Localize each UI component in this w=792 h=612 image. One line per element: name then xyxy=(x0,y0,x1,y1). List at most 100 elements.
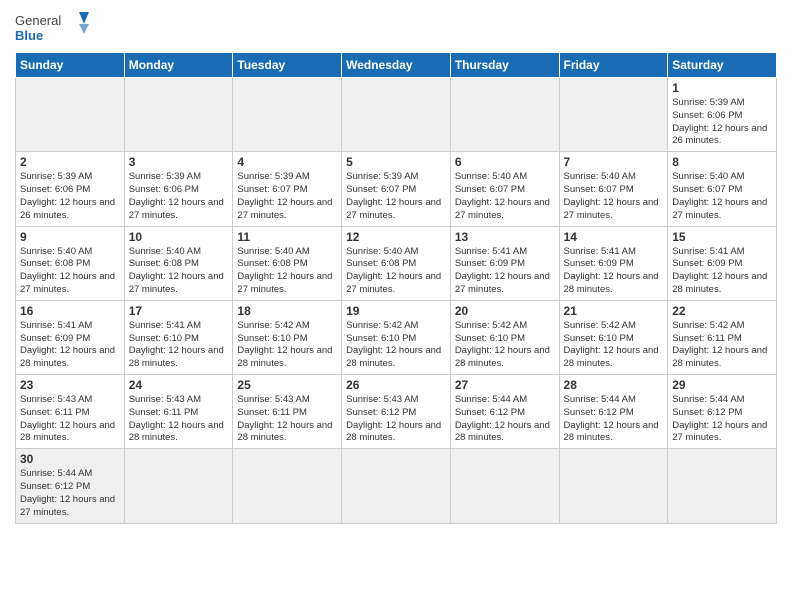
calendar-cell: 14 Sunrise: 5:41 AM Sunset: 6:09 PM Dayli… xyxy=(559,226,668,300)
logo: General Blue xyxy=(15,10,95,46)
day-number: 15 xyxy=(672,230,772,244)
calendar-cell: 15 Sunrise: 5:41 AM Sunset: 6:09 PM Dayli… xyxy=(668,226,777,300)
day-info: Sunrise: 5:42 AM Sunset: 6:10 PM Dayligh… xyxy=(346,320,446,371)
day-info: Sunrise: 5:39 AM Sunset: 6:06 PM Dayligh… xyxy=(129,171,229,222)
day-number: 24 xyxy=(129,378,229,392)
day-number: 17 xyxy=(129,304,229,318)
generalblue-logo-icon: General Blue xyxy=(15,10,95,46)
calendar-cell: 24Sunrise: 5:43 AM Sunset: 6:11 PM Dayli… xyxy=(124,375,233,449)
day-header-sunday: Sunday xyxy=(16,53,125,78)
day-info: Sunrise: 5:43 AM Sunset: 6:11 PM Dayligh… xyxy=(237,394,337,445)
calendar-cell: 9 Sunrise: 5:40 AM Sunset: 6:08 PM Daylig… xyxy=(16,226,125,300)
day-info: Sunrise: 5:42 AM Sunset: 6:11 PM Dayligh… xyxy=(672,320,772,371)
calendar-cell: 25 Sunrise: 5:43 AM Sunset: 6:11 PM Dayli… xyxy=(233,375,342,449)
day-number: 13 xyxy=(455,230,555,244)
day-number: 6 xyxy=(455,155,555,169)
calendar-cell: 23 Sunrise: 5:43 AM Sunset: 6:11 PM Dayli… xyxy=(16,375,125,449)
day-info: Sunrise: 5:39 AM Sunset: 6:07 PM Dayligh… xyxy=(346,171,446,222)
day-headers-row: SundayMondayTuesdayWednesdayThursdayFrid… xyxy=(16,53,777,78)
day-number: 3 xyxy=(129,155,229,169)
calendar-cell: 16 Sunrise: 5:41 AM Sunset: 6:09 PM Dayli… xyxy=(16,300,125,374)
calendar-cell xyxy=(16,78,125,152)
calendar-cell: 19 Sunrise: 5:42 AM Sunset: 6:10 PM Dayli… xyxy=(342,300,451,374)
svg-text:Blue: Blue xyxy=(15,28,43,43)
day-info: Sunrise: 5:40 AM Sunset: 6:07 PM Dayligh… xyxy=(564,171,664,222)
day-info: Sunrise: 5:41 AM Sunset: 6:10 PM Dayligh… xyxy=(129,320,229,371)
day-header-thursday: Thursday xyxy=(450,53,559,78)
day-info: Sunrise: 5:44 AM Sunset: 6:12 PM Dayligh… xyxy=(455,394,555,445)
calendar-cell: 28 Sunrise: 5:44 AM Sunset: 6:12 PM Dayli… xyxy=(559,375,668,449)
calendar-cell xyxy=(450,449,559,523)
day-number: 25 xyxy=(237,378,337,392)
day-number: 26 xyxy=(346,378,446,392)
calendar-cell xyxy=(668,449,777,523)
calendar-cell: 3 Sunrise: 5:39 AM Sunset: 6:06 PM Daylig… xyxy=(124,152,233,226)
calendar-cell: 27 Sunrise: 5:44 AM Sunset: 6:12 PM Dayli… xyxy=(450,375,559,449)
day-info: Sunrise: 5:41 AM Sunset: 6:09 PM Dayligh… xyxy=(564,246,664,297)
day-number: 29 xyxy=(672,378,772,392)
calendar-week-6: 30 Sunrise: 5:44 AM Sunset: 6:12 PM Dayli… xyxy=(16,449,777,523)
day-info: Sunrise: 5:44 AM Sunset: 6:12 PM Dayligh… xyxy=(20,468,120,519)
calendar-cell xyxy=(342,78,451,152)
day-info: Sunrise: 5:41 AM Sunset: 6:09 PM Dayligh… xyxy=(20,320,120,371)
calendar-cell: 12Sunrise: 5:40 AM Sunset: 6:08 PM Dayli… xyxy=(342,226,451,300)
calendar-cell: 10Sunrise: 5:40 AM Sunset: 6:08 PM Dayli… xyxy=(124,226,233,300)
svg-text:General: General xyxy=(15,13,61,28)
day-info: Sunrise: 5:41 AM Sunset: 6:09 PM Dayligh… xyxy=(672,246,772,297)
day-info: Sunrise: 5:44 AM Sunset: 6:12 PM Dayligh… xyxy=(564,394,664,445)
calendar-cell: 13Sunrise: 5:41 AM Sunset: 6:09 PM Dayli… xyxy=(450,226,559,300)
day-number: 16 xyxy=(20,304,120,318)
calendar-cell: 5 Sunrise: 5:39 AM Sunset: 6:07 PM Daylig… xyxy=(342,152,451,226)
day-number: 30 xyxy=(20,452,120,466)
day-number: 5 xyxy=(346,155,446,169)
day-number: 8 xyxy=(672,155,772,169)
day-number: 21 xyxy=(564,304,664,318)
calendar-cell: 1 Sunrise: 5:39 AM Sunset: 6:06 PM Daylig… xyxy=(668,78,777,152)
calendar-week-5: 23 Sunrise: 5:43 AM Sunset: 6:11 PM Dayli… xyxy=(16,375,777,449)
calendar-cell: 2 Sunrise: 5:39 AM Sunset: 6:06 PM Daylig… xyxy=(16,152,125,226)
calendar-cell: 4Sunrise: 5:39 AM Sunset: 6:07 PM Daylig… xyxy=(233,152,342,226)
day-info: Sunrise: 5:42 AM Sunset: 6:10 PM Dayligh… xyxy=(455,320,555,371)
day-number: 14 xyxy=(564,230,664,244)
day-info: Sunrise: 5:43 AM Sunset: 6:12 PM Dayligh… xyxy=(346,394,446,445)
day-number: 19 xyxy=(346,304,446,318)
calendar-cell: 18Sunrise: 5:42 AM Sunset: 6:10 PM Dayli… xyxy=(233,300,342,374)
calendar-cell: 7 Sunrise: 5:40 AM Sunset: 6:07 PM Daylig… xyxy=(559,152,668,226)
day-number: 23 xyxy=(20,378,120,392)
day-info: Sunrise: 5:44 AM Sunset: 6:12 PM Dayligh… xyxy=(672,394,772,445)
calendar-week-3: 9 Sunrise: 5:40 AM Sunset: 6:08 PM Daylig… xyxy=(16,226,777,300)
day-number: 12 xyxy=(346,230,446,244)
calendar-cell xyxy=(124,449,233,523)
calendar-cell xyxy=(233,78,342,152)
calendar-cell xyxy=(233,449,342,523)
day-number: 1 xyxy=(672,81,772,95)
calendar-week-4: 16 Sunrise: 5:41 AM Sunset: 6:09 PM Dayli… xyxy=(16,300,777,374)
calendar-week-1: 1 Sunrise: 5:39 AM Sunset: 6:06 PM Daylig… xyxy=(16,78,777,152)
day-info: Sunrise: 5:43 AM Sunset: 6:11 PM Dayligh… xyxy=(20,394,120,445)
calendar-cell xyxy=(342,449,451,523)
calendar-cell xyxy=(450,78,559,152)
day-info: Sunrise: 5:40 AM Sunset: 6:08 PM Dayligh… xyxy=(20,246,120,297)
calendar-cell: 21 Sunrise: 5:42 AM Sunset: 6:10 PM Dayli… xyxy=(559,300,668,374)
day-number: 2 xyxy=(20,155,120,169)
day-info: Sunrise: 5:39 AM Sunset: 6:06 PM Dayligh… xyxy=(20,171,120,222)
day-header-friday: Friday xyxy=(559,53,668,78)
calendar-cell: 6 Sunrise: 5:40 AM Sunset: 6:07 PM Daylig… xyxy=(450,152,559,226)
calendar-cell: 17 Sunrise: 5:41 AM Sunset: 6:10 PM Dayli… xyxy=(124,300,233,374)
day-number: 7 xyxy=(564,155,664,169)
calendar-cell: 8 Sunrise: 5:40 AM Sunset: 6:07 PM Daylig… xyxy=(668,152,777,226)
day-info: Sunrise: 5:40 AM Sunset: 6:07 PM Dayligh… xyxy=(455,171,555,222)
day-header-saturday: Saturday xyxy=(668,53,777,78)
calendar-table: SundayMondayTuesdayWednesdayThursdayFrid… xyxy=(15,52,777,524)
day-number: 28 xyxy=(564,378,664,392)
day-info: Sunrise: 5:40 AM Sunset: 6:07 PM Dayligh… xyxy=(672,171,772,222)
day-number: 27 xyxy=(455,378,555,392)
day-number: 20 xyxy=(455,304,555,318)
calendar-cell xyxy=(559,78,668,152)
day-number: 9 xyxy=(20,230,120,244)
day-info: Sunrise: 5:39 AM Sunset: 6:06 PM Dayligh… xyxy=(672,97,772,148)
day-header-tuesday: Tuesday xyxy=(233,53,342,78)
day-info: Sunrise: 5:42 AM Sunset: 6:10 PM Dayligh… xyxy=(564,320,664,371)
calendar-cell: 22Sunrise: 5:42 AM Sunset: 6:11 PM Dayli… xyxy=(668,300,777,374)
calendar-cell: 29 Sunrise: 5:44 AM Sunset: 6:12 PM Dayli… xyxy=(668,375,777,449)
